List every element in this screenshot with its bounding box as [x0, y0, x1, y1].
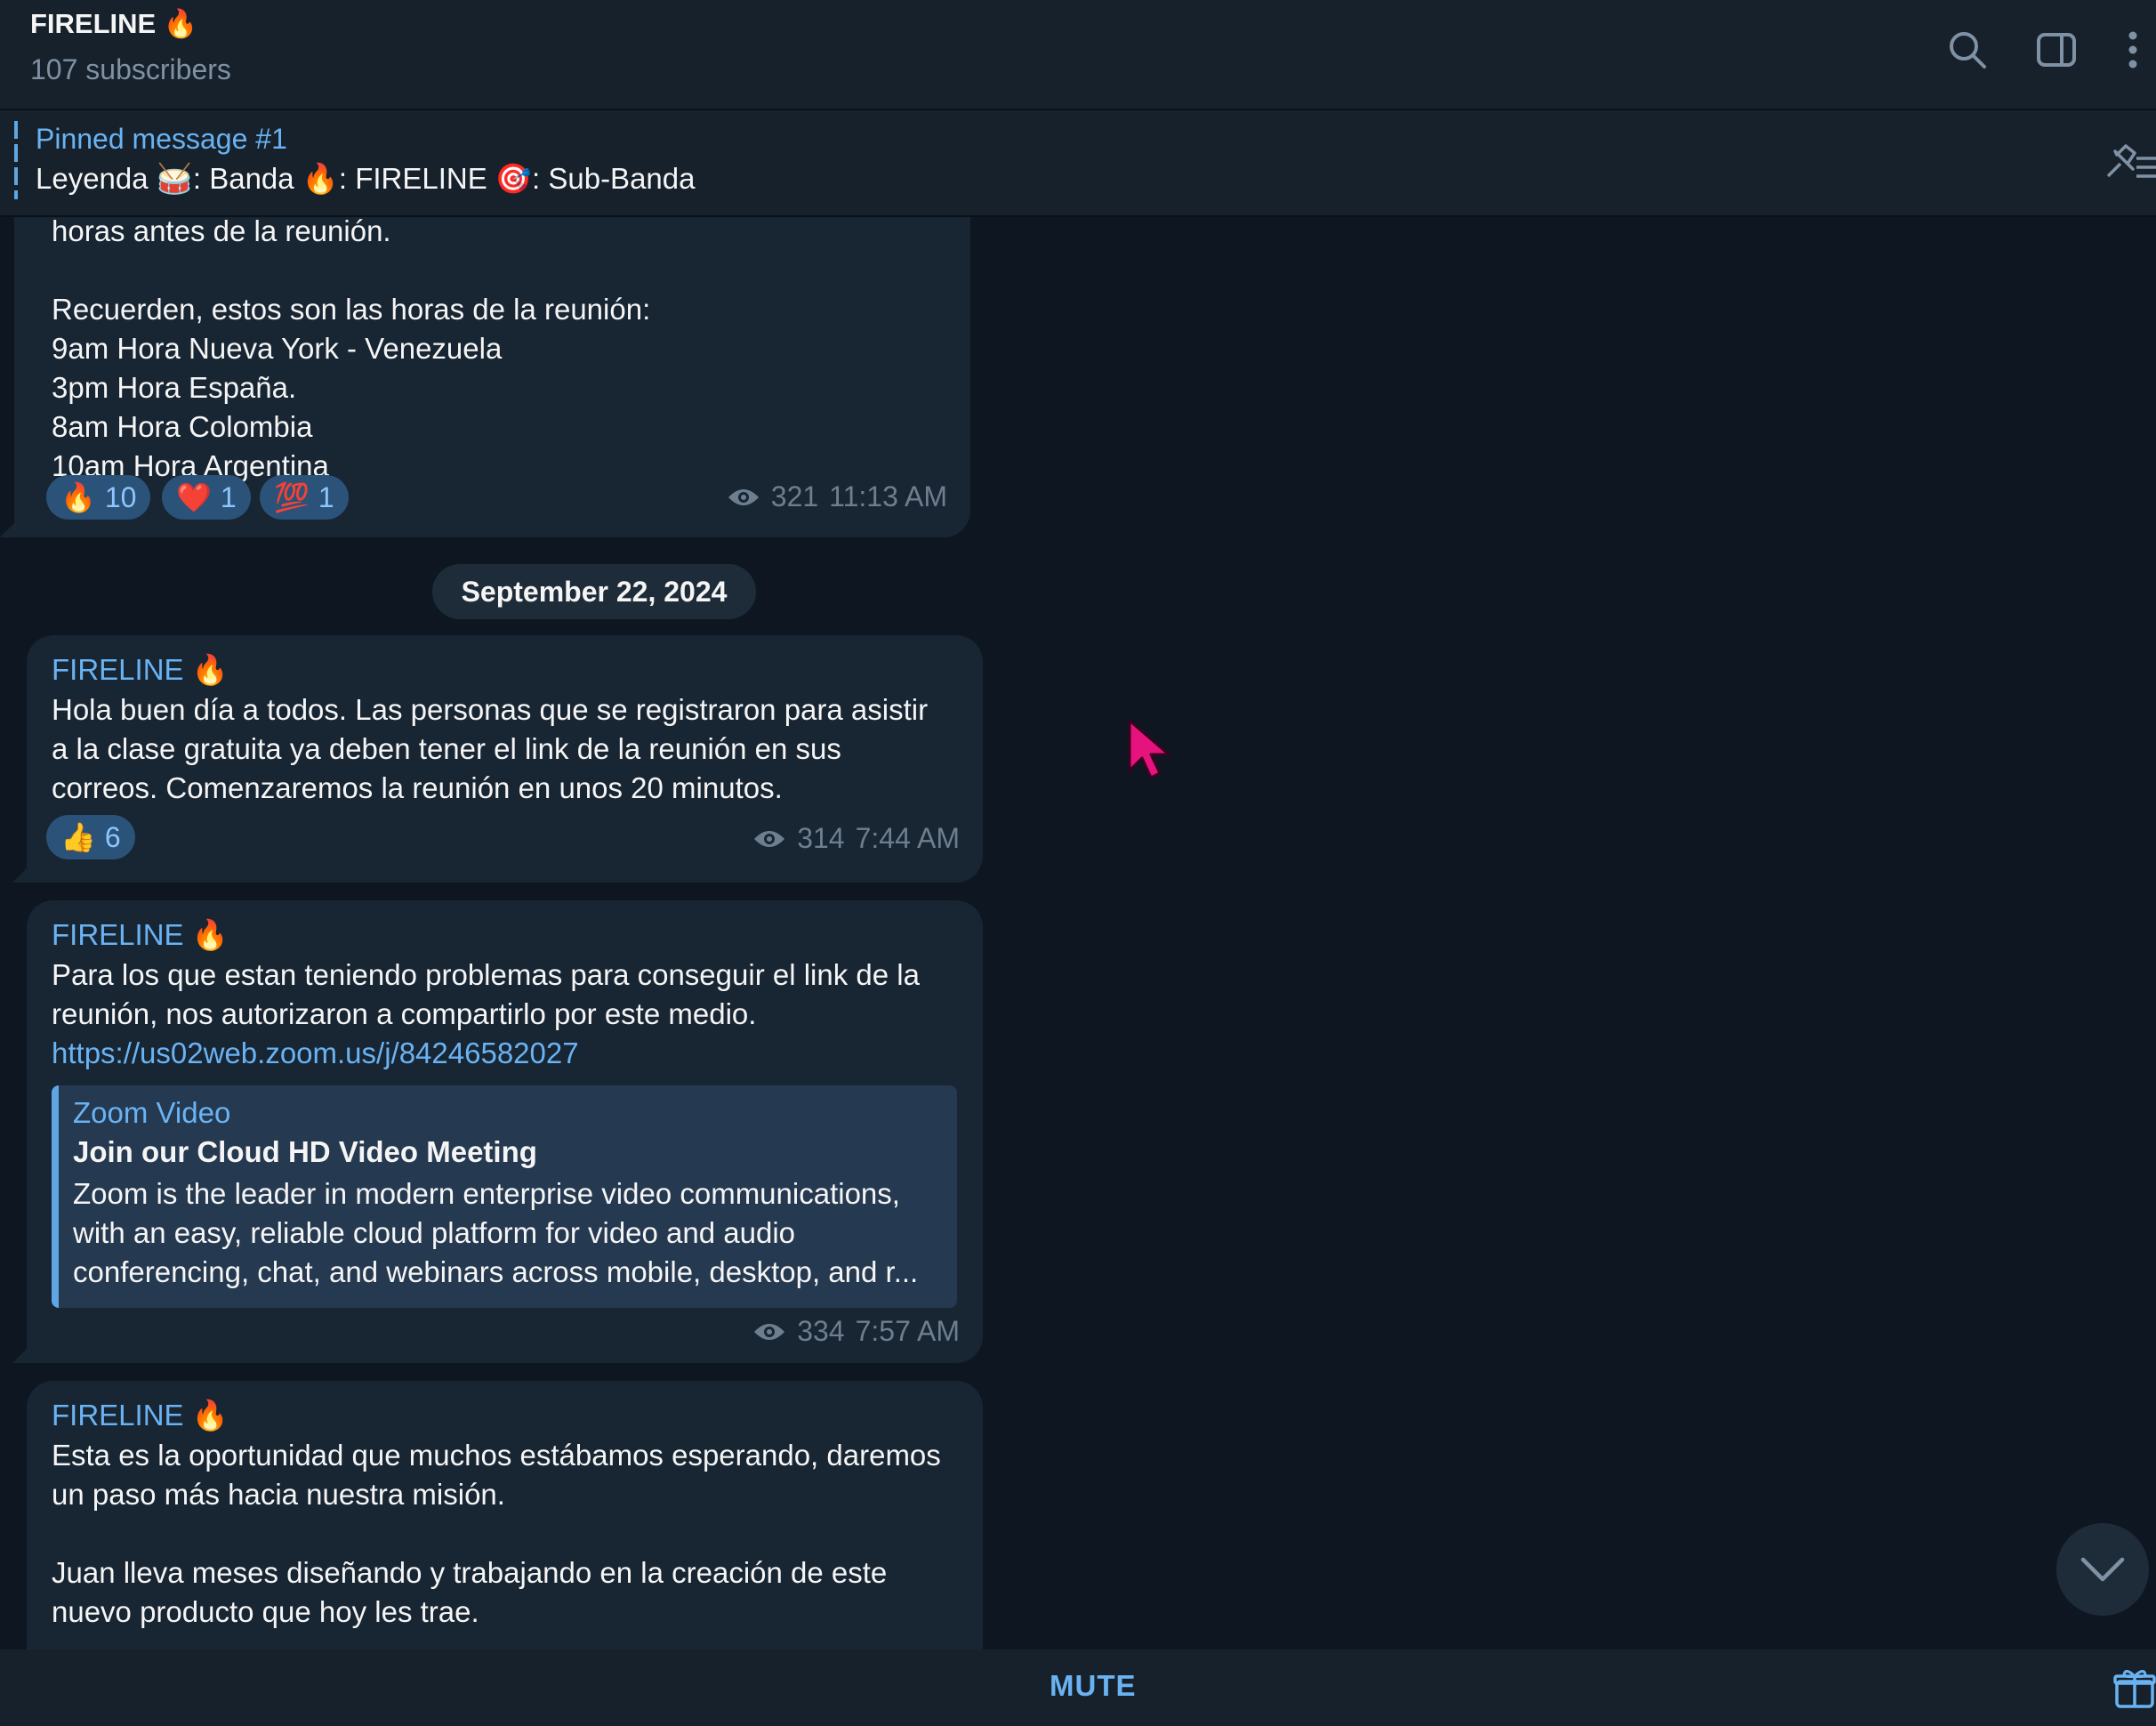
date-separator: September 22, 2024: [432, 564, 756, 619]
message-text: Esta es la oportunidad que muchos estába…: [52, 1439, 941, 1628]
reaction-count: 6: [104, 820, 121, 853]
reaction-heart[interactable]: ❤️ 1: [162, 475, 251, 520]
message-text-partial: horas antes de la reunión.: [52, 217, 391, 247]
hundred-emoji-icon: 💯: [274, 481, 310, 513]
message-text: Para los que estan teniendo problemas pa…: [52, 958, 920, 1030]
views-eye-icon: [754, 1323, 785, 1340]
preview-description: Zoom is the leader in modern enterprise …: [73, 1177, 919, 1288]
message-time: 7:44 AM: [855, 822, 960, 854]
view-count: 314: [797, 822, 845, 854]
bottom-bar: MUTE: [0, 1649, 2156, 1726]
message-bubble[interactable]: FIRELINE 🔥 Hola buen día a todos. Las pe…: [12, 635, 983, 883]
message-meta: 321 11:13 AM: [727, 480, 947, 513]
reaction-thumbs-up[interactable]: 👍 6: [46, 815, 135, 859]
message-bubble[interactable]: FIRELINE 🔥 Para los que estan teniendo p…: [12, 900, 983, 1363]
message-feed[interactable]: horas antes de la reunión. Recuerden, es…: [0, 217, 2156, 1649]
pinned-text: Leyenda 🥁: Banda 🔥: FIRELINE 🎯: Sub-Band…: [36, 162, 696, 195]
message-meta: 334 7:57 AM: [752, 1315, 960, 1348]
preview-site-name: Zoom Video: [73, 1096, 231, 1129]
preview-title: Join our Cloud HD Video Meeting: [73, 1135, 537, 1168]
reaction-hundred[interactable]: 💯 1: [260, 475, 349, 520]
message-text: Recuerden, estos son las horas de la reu…: [52, 293, 651, 482]
message-meta: 314 7:44 AM: [752, 822, 960, 855]
views-eye-icon: [728, 488, 759, 505]
chat-header: FIRELINE 🔥 107 subscribers: [0, 0, 2156, 110]
more-vertical-icon[interactable]: [2110, 25, 2156, 75]
sidebar-toggle-icon[interactable]: [2031, 25, 2081, 75]
heart-emoji-icon: ❤️: [176, 481, 212, 513]
zoom-link[interactable]: https://us02web.zoom.us/j/84246582027: [52, 1034, 579, 1073]
message-author[interactable]: FIRELINE 🔥: [52, 1399, 229, 1433]
reaction-count: 1: [318, 480, 334, 513]
fire-emoji-icon: 🔥: [60, 481, 96, 513]
link-preview[interactable]: Zoom Video Join our Cloud HD Video Meeti…: [52, 1085, 957, 1308]
mouse-cursor: [1126, 717, 1174, 786]
channel-title[interactable]: FIRELINE 🔥: [30, 7, 197, 40]
view-count: 321: [770, 480, 819, 512]
view-count: 334: [797, 1315, 845, 1347]
gift-icon[interactable]: [2113, 1667, 2156, 1714]
pinned-message-bar[interactable]: Pinned message #1 Leyenda 🥁: Banda 🔥: FI…: [0, 110, 2156, 217]
message-author[interactable]: FIRELINE 🔥: [52, 918, 229, 953]
message-time: 11:13 AM: [829, 480, 947, 512]
bubble-tail: [12, 1342, 34, 1363]
chevron-down-icon: [2080, 1557, 2125, 1582]
scroll-down-button[interactable]: [2056, 1523, 2149, 1616]
message-text: Hola buen día a todos. Las personas que …: [52, 693, 929, 804]
search-icon[interactable]: [1943, 25, 1992, 75]
message-time: 7:57 AM: [855, 1315, 960, 1347]
bubble-tail: [0, 516, 21, 537]
pinned-indicator: [14, 121, 18, 199]
message-author[interactable]: FIRELINE 🔥: [52, 653, 229, 688]
reaction-fire[interactable]: 🔥 10: [46, 475, 151, 520]
views-eye-icon: [754, 830, 785, 847]
reaction-count: 10: [104, 480, 137, 513]
mute-button[interactable]: MUTE: [1050, 1669, 1137, 1703]
reaction-count: 1: [220, 480, 237, 513]
message-bubble[interactable]: horas antes de la reunión. Recuerden, es…: [0, 217, 970, 537]
subscriber-count: 107 subscribers: [30, 53, 231, 85]
thumbs-up-emoji-icon: 👍: [60, 821, 96, 853]
bubble-tail: [12, 861, 34, 883]
pinned-label: Pinned message #1: [36, 123, 287, 155]
pinned-list-icon[interactable]: [2101, 142, 2156, 188]
message-bubble[interactable]: FIRELINE 🔥 Esta es la oportunidad que mu…: [27, 1381, 983, 1649]
